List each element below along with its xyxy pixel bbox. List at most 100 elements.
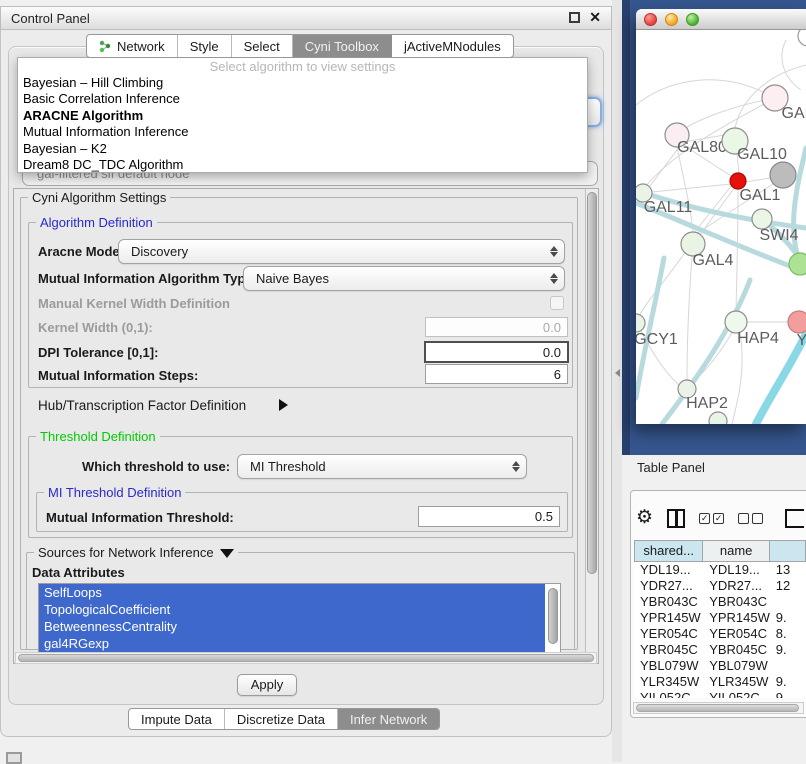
manual-kernel-width-checkbox[interactable] (550, 296, 564, 310)
node-label: GAL7 (782, 105, 806, 122)
node-label: GAL10 (737, 146, 787, 163)
minimize-window-icon[interactable] (665, 13, 678, 26)
table-cell: YPR145W (634, 610, 703, 626)
tab-jactivemnodules[interactable]: jActiveMNodules (392, 35, 513, 57)
panel-divider[interactable] (612, 0, 622, 762)
zoom-window-icon[interactable] (686, 13, 699, 26)
dpi-tolerance-field[interactable]: 0.0 (424, 341, 569, 363)
column-header[interactable]: shared... (634, 540, 703, 562)
column-header[interactable] (770, 540, 806, 562)
table-scroll-thumb[interactable] (636, 704, 799, 712)
table-row[interactable]: YLR345WYLR345W9. (634, 674, 806, 690)
which-threshold-label: Which threshold to use: (82, 459, 230, 474)
cyni-mode-tabbar: Impute Data Discretize Data Infer Networ… (128, 708, 440, 730)
tab-network[interactable]: Network (87, 35, 178, 57)
network-node[interactable] (709, 412, 727, 424)
table-cell: YER054C (634, 626, 703, 642)
table-row[interactable]: YBR045CYBR045C9. (634, 642, 806, 658)
attribute-item[interactable]: SelfLoops (39, 584, 545, 601)
panel-title: Control Panel (11, 11, 90, 26)
control-panel-titlebar: Control Panel ✕ (0, 6, 612, 30)
cyni-settings-group-title: Cyni Algorithm Settings (28, 190, 170, 205)
table-cell (770, 594, 806, 610)
table-row[interactable]: YIL052CYIL052C9 (634, 690, 806, 698)
algorithm-option[interactable]: ARACNE Algorithm (18, 108, 587, 124)
close-window-icon[interactable] (644, 13, 657, 26)
table-horizontal-scrollbar[interactable] (633, 702, 804, 714)
network-window-titlebar[interactable] (636, 9, 806, 30)
mi-threshold-field[interactable]: 0.5 (418, 506, 560, 527)
mi-steps-field[interactable]: 6 (425, 364, 568, 384)
column-layout-icon[interactable] (667, 509, 685, 528)
table-settings-gear-icon[interactable]: ⚙ (636, 508, 653, 528)
which-threshold-combobox[interactable]: MI Threshold (237, 454, 527, 479)
table-cell: YBL079W (634, 658, 703, 674)
network-node-y[interactable] (788, 311, 806, 333)
tab-impute-data[interactable]: Impute Data (129, 709, 225, 729)
hub-disclosure-icon[interactable] (279, 399, 288, 411)
column-header[interactable]: name (703, 540, 770, 562)
table-cell: YBR043C (703, 594, 770, 610)
float-panel-icon[interactable] (569, 12, 580, 23)
settings-horizontal-scrollbar[interactable] (15, 652, 597, 664)
vertical-scroll-thumb[interactable] (587, 192, 597, 574)
hub-definition-label: Hub/Transcription Factor Definition (38, 398, 246, 413)
horizontal-scroll-thumb[interactable] (18, 654, 594, 662)
algorithm-option[interactable]: Dream8 DC_TDC Algorithm (18, 157, 587, 173)
algorithm-option[interactable]: Basic Correlation Inference (18, 91, 587, 107)
algorithm-option[interactable]: Bayesian – Hill Climbing (18, 75, 587, 91)
sources-collapse-icon[interactable] (220, 549, 234, 558)
aracne-mode-combobox[interactable]: Discovery (118, 239, 565, 264)
table-cell: 9 (770, 690, 806, 698)
table-cell: 9. (770, 610, 806, 626)
mi-steps-label: Mutual Information Steps: (38, 368, 198, 383)
bottom-left-icon[interactable] (6, 752, 22, 764)
network-node[interactable] (770, 162, 796, 188)
dpi-tolerance-label: DPI Tolerance [0,1]: (38, 345, 158, 360)
network-node-swi4[interactable] (752, 209, 772, 229)
network-node[interactable] (789, 253, 806, 275)
mi-algorithm-type-combobox[interactable]: Naive Bayes (243, 266, 565, 291)
tab-discretize-data[interactable]: Discretize Data (225, 709, 338, 729)
table-cell: 13 (770, 562, 806, 578)
table-cell: 12 (770, 578, 806, 594)
tab-infer-network[interactable]: Infer Network (338, 709, 439, 729)
algorithm-option[interactable]: Bayesian – K2 (18, 141, 587, 157)
collapse-divider-icon[interactable] (615, 369, 620, 377)
network-canvas[interactable]: GAL7GAL80GAL10GAL1GAL11SWI4GAL4GCY1HAP4Y… (636, 30, 806, 424)
algorithm-option[interactable]: Mutual Information Inference (18, 124, 587, 140)
table-cell: YBR045C (634, 642, 703, 658)
close-panel-icon[interactable]: ✕ (589, 12, 601, 23)
data-attributes-label: Data Attributes (32, 565, 125, 580)
network-view-window: GAL7GAL80GAL10GAL1GAL11SWI4GAL4GCY1HAP4Y… (636, 9, 806, 424)
attribute-list-scrollbar[interactable] (548, 588, 558, 644)
algorithm-prompt: Select algorithm to view settings (18, 58, 587, 75)
attribute-item[interactable]: gal4RGexp (39, 635, 545, 652)
table-row[interactable]: YBL079WYBL079W (634, 658, 806, 674)
attribute-item[interactable]: TopologicalCoefficient (39, 601, 545, 618)
table-row[interactable]: YPR145WYPR145W9. (634, 610, 806, 626)
table-cell: YIL052C (634, 690, 703, 698)
attribute-item[interactable]: BetweennessCentrality (39, 618, 545, 635)
table-panel-title: Table Panel (637, 460, 705, 475)
table-function-icon[interactable] (785, 509, 804, 528)
table-row[interactable]: YDR27...YDR27...12 (634, 578, 806, 594)
tab-cyni-toolbox[interactable]: Cyni Toolbox (293, 35, 392, 57)
hide-columns-icon[interactable] (738, 513, 763, 524)
data-attributes-list[interactable]: SelfLoopsTopologicalCoefficientBetweenne… (38, 583, 561, 653)
network-node[interactable] (798, 30, 806, 46)
tab-select[interactable]: Select (232, 35, 293, 57)
table-cell: YBR043C (634, 594, 703, 610)
show-columns-icon[interactable]: ✓✓ (699, 513, 724, 524)
table-cell: YDL19... (634, 562, 703, 578)
table-row[interactable]: YBR043CYBR043C (634, 594, 806, 610)
kernel-width-field[interactable]: 0.0 (425, 317, 568, 337)
table-row[interactable]: YDL19...YDL19...13 (634, 562, 806, 578)
settings-vertical-scrollbar[interactable] (585, 189, 598, 663)
apply-button[interactable]: Apply (237, 674, 297, 696)
table-row[interactable]: YER054CYER054C8. (634, 626, 806, 642)
network-icon (99, 40, 112, 53)
table-cell: YBL079W (703, 658, 770, 674)
network-node-gcy1[interactable] (636, 314, 645, 332)
tab-style[interactable]: Style (178, 35, 232, 57)
